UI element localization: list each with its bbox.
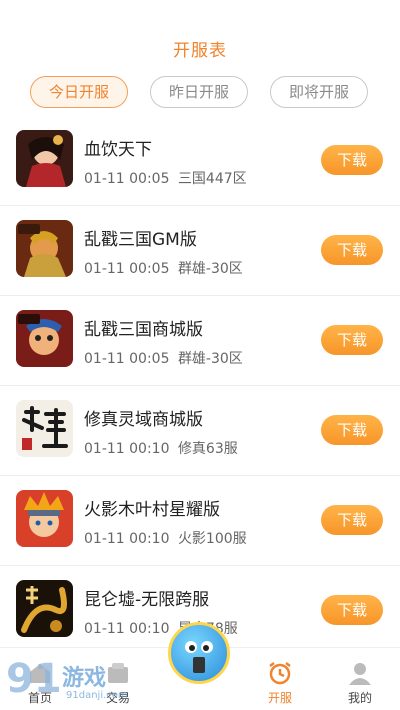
- server-list: 血饮天下 01-11 00:05 三国447区 下载 乱戳三国GM版 01-11…: [0, 116, 400, 655]
- tab-today[interactable]: 今日开服: [30, 76, 128, 108]
- nav-open-server[interactable]: 开服: [250, 661, 310, 706]
- user-icon: [347, 661, 373, 685]
- list-item[interactable]: 血饮天下 01-11 00:05 三国447区 下载: [0, 116, 400, 206]
- server-info: 01-11 00:05 三国447区: [84, 168, 247, 188]
- ninja-icon: [16, 490, 73, 547]
- game-name: 乱戳三国GM版: [84, 230, 197, 250]
- open-time: 01-11 00:10: [84, 621, 170, 637]
- list-item[interactable]: 修真灵域商城版 01-11 00:10 修真63服 下载: [0, 386, 400, 476]
- open-time: 01-11 00:10: [84, 441, 170, 457]
- server-name: 群雄-30区: [177, 261, 243, 277]
- download-button[interactable]: 下载: [321, 325, 383, 355]
- open-time: 01-11 00:10: [84, 531, 170, 547]
- home-icon: [27, 661, 53, 685]
- download-button[interactable]: 下载: [321, 235, 383, 265]
- nav-trade[interactable]: 交易: [88, 661, 148, 706]
- game-name: 血饮天下: [84, 140, 152, 160]
- server-name: 三国447区: [177, 171, 247, 187]
- server-info: 01-11 00:05 群雄-30区: [84, 258, 243, 278]
- open-time: 01-11 00:05: [84, 261, 170, 277]
- open-time: 01-11 00:05: [84, 351, 170, 367]
- download-button[interactable]: 下载: [321, 415, 383, 445]
- download-button[interactable]: 下载: [321, 505, 383, 535]
- list-item[interactable]: 乱戳三国商城版 01-11 00:05 群雄-30区 下载: [0, 296, 400, 386]
- server-info: 01-11 00:10 修真63服: [84, 438, 238, 458]
- bottom-nav: 首页 交易 开服 我的: [0, 622, 400, 710]
- calligraphy-icon: [16, 400, 73, 457]
- center-mascot-button[interactable]: [168, 622, 230, 684]
- alarm-clock-icon: [267, 661, 293, 685]
- game-name: 修真灵域商城版: [84, 410, 203, 430]
- list-item[interactable]: 乱戳三国GM版 01-11 00:05 群雄-30区 下载: [0, 206, 400, 296]
- dragon-gold-icon: [16, 580, 73, 637]
- open-time: 01-11 00:05: [84, 171, 170, 187]
- server-tabs: 今日开服 昨日开服 即将开服: [0, 76, 400, 112]
- cartoon-hero-icon: [16, 310, 73, 367]
- server-info: 01-11 00:05 群雄-30区: [84, 348, 243, 368]
- nav-label: 交易: [105, 691, 130, 705]
- game-name: 乱戳三国商城版: [84, 320, 203, 340]
- download-button[interactable]: 下载: [321, 595, 383, 625]
- nav-mine[interactable]: 我的: [330, 661, 390, 706]
- list-item[interactable]: 火影木叶村星耀版 01-11 00:10 火影100服 下载: [0, 476, 400, 566]
- server-info: 01-11 00:10 火影100服: [84, 528, 247, 548]
- download-button[interactable]: 下载: [321, 145, 383, 175]
- nav-label: 开服: [267, 691, 292, 705]
- shop-icon: [105, 661, 131, 685]
- page-title: 开服表: [173, 41, 227, 61]
- nav-label: 首页: [27, 691, 52, 705]
- nav-label: 我的: [347, 691, 372, 705]
- game-name: 昆仑墟-无限跨服: [84, 590, 210, 610]
- server-name: 火影100服: [177, 531, 247, 547]
- server-name: 修真63服: [177, 441, 238, 457]
- tab-yesterday[interactable]: 昨日开服: [150, 76, 248, 108]
- game-name: 火影木叶村星耀版: [84, 500, 220, 520]
- warrior-portrait-icon: [16, 130, 73, 187]
- nav-home[interactable]: 首页: [10, 661, 70, 706]
- tab-upcoming[interactable]: 即将开服: [270, 76, 368, 108]
- armored-general-icon: [16, 220, 73, 277]
- server-name: 群雄-30区: [177, 351, 243, 367]
